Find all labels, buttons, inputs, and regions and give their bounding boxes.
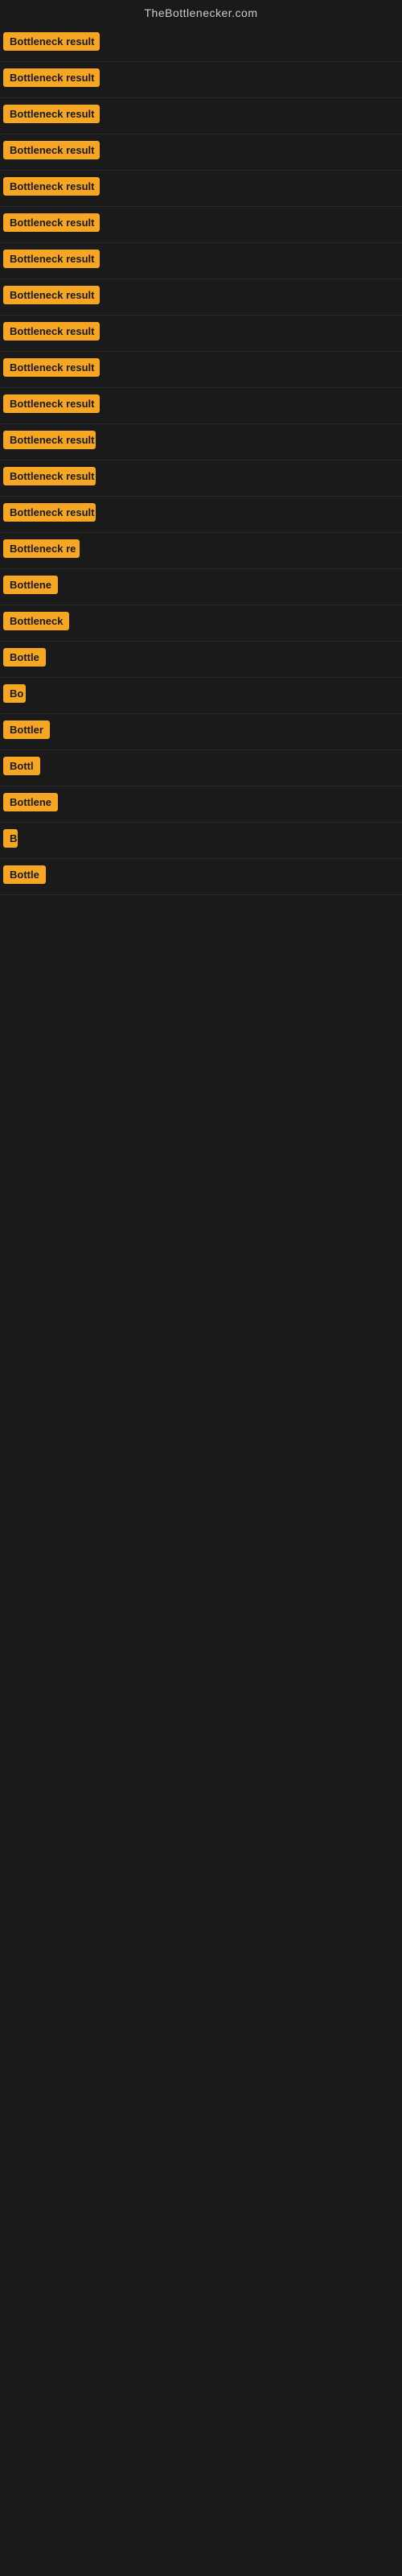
badge-row: Bottleneck result bbox=[0, 134, 402, 171]
bottleneck-result-badge[interactable]: Bottleneck result bbox=[3, 141, 100, 159]
bottleneck-result-badge[interactable]: Bottleneck result bbox=[3, 250, 100, 268]
badge-row: Bottlene bbox=[0, 786, 402, 823]
badge-row: Bottl bbox=[0, 750, 402, 786]
badge-row: Bottleneck result bbox=[0, 243, 402, 279]
bottleneck-result-badge[interactable]: Bottleneck result bbox=[3, 32, 100, 51]
badge-row: Bottlene bbox=[0, 569, 402, 605]
badge-row: Bottleneck result bbox=[0, 98, 402, 134]
badge-row: Bottleneck result bbox=[0, 207, 402, 243]
badge-row: Bottleneck result bbox=[0, 171, 402, 207]
site-title: TheBottlenecker.com bbox=[0, 0, 402, 26]
bottleneck-result-badge[interactable]: Bottleneck result bbox=[3, 213, 100, 232]
page-wrapper: TheBottlenecker.com Bottleneck resultBot… bbox=[0, 0, 402, 895]
badge-row: Bottleneck result bbox=[0, 352, 402, 388]
badge-row: Bottleneck result bbox=[0, 497, 402, 533]
bottleneck-result-badge[interactable]: Bottleneck result bbox=[3, 286, 100, 304]
bottleneck-result-badge[interactable]: Bottleneck re bbox=[3, 539, 80, 558]
bottleneck-result-badge[interactable]: Bottleneck result bbox=[3, 431, 96, 449]
badge-row: Bottleneck result bbox=[0, 316, 402, 352]
bottleneck-result-badge[interactable]: Bottleneck result bbox=[3, 394, 100, 413]
bottleneck-result-badge[interactable]: Bottle bbox=[3, 648, 46, 667]
badge-row: Bottler bbox=[0, 714, 402, 750]
bottleneck-result-badge[interactable]: Bottleneck result bbox=[3, 503, 96, 522]
bottleneck-result-badge[interactable]: B bbox=[3, 829, 18, 848]
bottleneck-result-badge[interactable]: Bottl bbox=[3, 757, 40, 775]
bottleneck-result-badge[interactable]: Bottle bbox=[3, 865, 46, 884]
badge-row: Bottleneck result bbox=[0, 279, 402, 316]
bottleneck-result-badge[interactable]: Bottleneck result bbox=[3, 68, 100, 87]
bottleneck-result-badge[interactable]: Bottleneck result bbox=[3, 358, 100, 377]
bottleneck-result-badge[interactable]: Bottlene bbox=[3, 576, 58, 594]
badge-row: Bottleneck result bbox=[0, 424, 402, 460]
badge-row: Bottleneck result bbox=[0, 388, 402, 424]
badge-row: Bottleneck result bbox=[0, 62, 402, 98]
badges-container: Bottleneck result Bottleneck result Bottle… bbox=[0, 26, 402, 895]
bottleneck-result-badge[interactable]: Bottleneck result bbox=[3, 105, 100, 123]
badge-row: Bottleneck re bbox=[0, 533, 402, 569]
badge-row: Bottle bbox=[0, 642, 402, 678]
bottleneck-result-badge[interactable]: Bo bbox=[3, 684, 26, 703]
badge-row: B bbox=[0, 823, 402, 859]
bottleneck-result-badge[interactable]: Bottleneck result bbox=[3, 177, 100, 196]
bottleneck-result-badge[interactable]: Bottleneck bbox=[3, 612, 69, 630]
bottleneck-result-badge[interactable]: Bottlene bbox=[3, 793, 58, 811]
badge-row: Bottleneck result bbox=[0, 460, 402, 497]
badge-row: Bo bbox=[0, 678, 402, 714]
badge-row: Bottle bbox=[0, 859, 402, 895]
badge-row: Bottleneck result bbox=[0, 26, 402, 62]
badge-row: Bottleneck bbox=[0, 605, 402, 642]
bottleneck-result-badge[interactable]: Bottleneck result bbox=[3, 322, 100, 341]
bottleneck-result-badge[interactable]: Bottleneck result bbox=[3, 467, 96, 485]
bottleneck-result-badge[interactable]: Bottler bbox=[3, 720, 50, 739]
